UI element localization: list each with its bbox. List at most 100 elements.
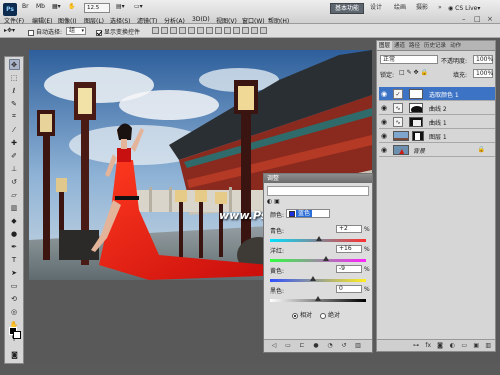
marquee-tool-icon[interactable]: ⬚: [9, 72, 20, 83]
bridge-icon[interactable]: Br: [22, 3, 29, 10]
eyedropper-tool-icon[interactable]: ⁄: [9, 124, 20, 135]
tab-paths[interactable]: 路径: [407, 41, 422, 50]
delete-layer-icon[interactable]: ▥: [483, 340, 491, 352]
tab-channels[interactable]: 通道: [392, 41, 407, 50]
3d-rotate-tool-icon[interactable]: ⟲: [9, 293, 20, 304]
new-layer-icon[interactable]: ▣: [471, 340, 479, 352]
close-icon[interactable]: ×: [487, 15, 493, 23]
arrange-documents-icon[interactable]: ▤▾: [116, 3, 125, 10]
clone-stamp-tool-icon[interactable]: ⊥: [9, 163, 20, 174]
new-adjustment-icon[interactable]: ◐: [447, 340, 455, 352]
move-tool-icon[interactable]: ✥: [8, 59, 20, 70]
tab-history[interactable]: 历史记录: [422, 41, 448, 50]
delete-adjustment-icon[interactable]: ▥: [354, 342, 362, 350]
minimize-icon[interactable]: –: [462, 15, 466, 23]
distribute-top-icon[interactable]: [206, 27, 213, 34]
healing-brush-tool-icon[interactable]: ✚: [9, 137, 20, 148]
eye-icon[interactable]: ◉: [381, 104, 389, 112]
view-extras-icon[interactable]: ▦▾: [52, 3, 61, 10]
dodge-tool-icon[interactable]: ●: [9, 228, 20, 239]
auto-align-icon[interactable]: [260, 27, 267, 34]
auto-select-dropdown[interactable]: 组: [66, 27, 87, 35]
eye-icon[interactable]: ◉: [381, 118, 389, 126]
yellow-slider-thumb[interactable]: [310, 276, 317, 281]
type-tool-icon[interactable]: T: [9, 254, 20, 265]
relative-radio[interactable]: 相对: [292, 310, 312, 319]
cyan-slider-thumb[interactable]: [315, 236, 322, 241]
workspace-essentials-button[interactable]: 基本功能: [330, 3, 365, 14]
absolute-radio[interactable]: 绝对: [320, 310, 340, 319]
cyan-value-input[interactable]: +2: [336, 225, 362, 233]
layer-row-background[interactable]: ◉ 背景 🔒: [379, 143, 495, 157]
quick-mask-icon[interactable]: ◙: [9, 349, 20, 360]
distribute-right-icon[interactable]: [251, 27, 258, 34]
hand-icon[interactable]: ✋: [68, 3, 75, 10]
distribute-vcenter-icon[interactable]: [215, 27, 222, 34]
back-icon[interactable]: ◁: [270, 342, 278, 350]
screen-mode-icon[interactable]: ▭▾: [134, 3, 143, 10]
tab-layers[interactable]: 图层: [377, 41, 393, 50]
pen-tool-icon[interactable]: ✒: [9, 241, 20, 252]
3d-orbit-tool-icon[interactable]: ◎: [9, 306, 20, 317]
layer-style-icon[interactable]: fx: [423, 340, 431, 352]
align-hcenter-icon[interactable]: [188, 27, 195, 34]
workspace-photography-button[interactable]: 摄影: [412, 3, 432, 14]
move-tool-preset-icon[interactable]: ▸✥▾: [4, 27, 15, 34]
yellow-slider[interactable]: [270, 276, 366, 282]
brush-tool-icon[interactable]: ✐: [9, 150, 20, 161]
path-select-tool-icon[interactable]: ➤: [9, 267, 20, 278]
magenta-slider-thumb[interactable]: [322, 256, 329, 261]
reset-icon[interactable]: ↺: [340, 342, 348, 350]
show-transform-checkbox[interactable]: 显示变换控件: [96, 27, 140, 36]
eye-icon[interactable]: ◉: [381, 132, 389, 140]
yellow-value-input[interactable]: -9: [336, 265, 362, 273]
magenta-slider[interactable]: [270, 256, 366, 262]
align-buttons[interactable]: [152, 27, 269, 35]
link-layers-icon[interactable]: ⊶: [411, 340, 419, 352]
clip-to-layer-icon[interactable]: ⊏: [298, 342, 306, 350]
crop-tool-icon[interactable]: ⌗: [9, 111, 20, 122]
lasso-tool-icon[interactable]: ℓ: [9, 85, 20, 96]
eraser-tool-icon[interactable]: ▱: [9, 189, 20, 200]
eye-icon[interactable]: ◉: [381, 90, 389, 98]
align-vcenter-icon[interactable]: [161, 27, 168, 34]
blur-tool-icon[interactable]: ◆: [9, 215, 20, 226]
align-right-icon[interactable]: [197, 27, 204, 34]
minibridge-icon[interactable]: Mb: [36, 3, 45, 10]
blend-mode-dropdown[interactable]: 正常: [380, 55, 438, 64]
distribute-left-icon[interactable]: [233, 27, 240, 34]
magenta-value-input[interactable]: +16: [336, 245, 362, 253]
layer-row-selective-color[interactable]: ◉ ✓ 选取颜色 1: [379, 87, 495, 101]
add-mask-icon[interactable]: ◙: [435, 340, 443, 352]
distribute-hcenter-icon[interactable]: [242, 27, 249, 34]
history-brush-tool-icon[interactable]: ↺: [9, 176, 20, 187]
layer-row-curves-1[interactable]: ◉ ∿ 曲线 1: [379, 115, 495, 129]
expand-view-icon[interactable]: ▭: [284, 342, 292, 350]
opacity-input[interactable]: 100%: [473, 55, 493, 64]
restore-icon[interactable]: □: [474, 15, 481, 23]
fill-input[interactable]: 100%: [473, 69, 493, 78]
black-slider[interactable]: [270, 296, 366, 302]
workspace-painting-button[interactable]: 绘画: [390, 3, 410, 14]
align-left-icon[interactable]: [179, 27, 186, 34]
quick-select-tool-icon[interactable]: ✎: [9, 98, 20, 109]
cs-live-button[interactable]: ◉ CS Live▾: [448, 3, 480, 14]
layer-row-curves-2[interactable]: ◉ ∿ 曲线 2: [379, 101, 495, 115]
zoom-level[interactable]: 12.5: [84, 3, 110, 13]
layer-row-layer-1[interactable]: ◉ 图层 1: [379, 129, 495, 143]
color-dropdown[interactable]: 蓝色: [286, 209, 330, 218]
background-color-swatch[interactable]: [13, 331, 21, 339]
gradient-tool-icon[interactable]: ▥: [9, 202, 20, 213]
align-top-icon[interactable]: [152, 27, 159, 34]
workspace-more-button[interactable]: »: [434, 3, 446, 14]
align-bottom-icon[interactable]: [170, 27, 177, 34]
distribute-bottom-icon[interactable]: [224, 27, 231, 34]
lock-icons[interactable]: □ ✎ ✥ 🔒: [399, 69, 428, 76]
cyan-slider[interactable]: [270, 236, 366, 242]
black-slider-thumb[interactable]: [315, 296, 321, 301]
preset-dropdown[interactable]: [267, 186, 369, 196]
shape-tool-icon[interactable]: ▭: [9, 280, 20, 291]
menu-3d[interactable]: 3D(D): [192, 16, 210, 23]
new-group-icon[interactable]: ▭: [459, 340, 467, 352]
visibility-icon[interactable]: ●: [312, 342, 320, 350]
